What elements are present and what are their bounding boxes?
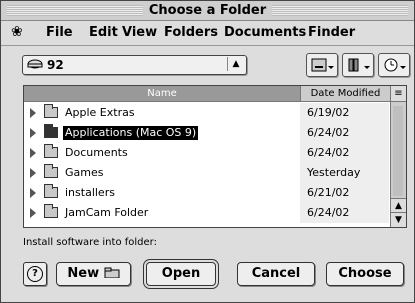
favorites-icon	[348, 58, 370, 72]
help-icon: ?	[27, 265, 43, 282]
folder-icon	[44, 184, 58, 198]
location-popup[interactable]: 92 ▲	[22, 55, 247, 75]
favorites-button[interactable]	[342, 53, 374, 77]
item-name: installers	[65, 186, 115, 199]
menu-view[interactable]: View	[122, 25, 157, 40]
item-date: 6/21/02	[300, 183, 389, 203]
item-name-selected: Applications (Mac OS 9)	[63, 126, 199, 140]
new-folder-button[interactable]: New	[56, 262, 131, 286]
popup-arrows-icon: ▲	[227, 57, 244, 71]
new-folder-icon	[104, 267, 120, 279]
list-item[interactable]: installers 6/21/02	[24, 183, 389, 203]
window-title: Choose a Folder	[142, 3, 273, 18]
item-date: 6/19/02	[300, 103, 389, 123]
item-name: Games	[65, 166, 104, 179]
choose-folder-dialog: Choose a Folder ❀ File Edit View Folders…	[0, 0, 415, 303]
help-button[interactable]: ?	[23, 262, 47, 286]
scroll-track[interactable]	[393, 106, 403, 196]
column-date-header[interactable]: Date Modified	[300, 86, 390, 102]
menu-edit[interactable]: Edit	[89, 25, 118, 40]
list-item[interactable]: Games Yesterday	[24, 163, 389, 183]
item-date: 6/24/02	[300, 203, 389, 223]
clock-icon	[384, 58, 406, 72]
apple-logo-icon[interactable]: ❀	[11, 24, 23, 40]
cancel-button[interactable]: Cancel	[237, 262, 315, 286]
item-name: Documents	[65, 146, 128, 159]
disclosure-triangle-icon[interactable]	[30, 208, 36, 218]
item-date: 6/24/02	[300, 123, 389, 143]
disclosure-triangle-icon[interactable]	[30, 108, 36, 118]
vertical-scrollbar[interactable]: ▲ ▼	[390, 102, 406, 227]
item-name: Apple Extras	[65, 106, 135, 119]
item-date: Yesterday	[300, 163, 389, 183]
drive-icon	[311, 58, 334, 72]
status-text: Install software into folder:	[23, 237, 157, 248]
drive-button[interactable]	[306, 53, 338, 77]
column-name-header[interactable]: Name	[24, 86, 300, 102]
menu-bar: ❀ File Edit View Folders Documents Finde…	[1, 21, 414, 46]
list-item[interactable]: JamCam Folder 6/24/02	[24, 203, 389, 223]
location-label: 92	[47, 58, 64, 72]
list-item[interactable]: Applications (Mac OS 9) 6/24/02	[24, 123, 389, 143]
sort-direction-button[interactable]: ≡	[390, 86, 406, 102]
recent-button[interactable]	[378, 53, 410, 77]
disclosure-triangle-icon[interactable]	[30, 168, 36, 178]
item-date: 6/24/02	[300, 143, 389, 163]
folder-icon	[44, 124, 58, 138]
folder-icon	[44, 164, 58, 178]
disclosure-triangle-icon[interactable]	[30, 188, 36, 198]
folder-icon	[44, 204, 58, 218]
new-button-label: New	[67, 266, 100, 281]
list-item[interactable]: Documents 6/24/02	[24, 143, 389, 163]
scroll-up-arrow-icon[interactable]: ▲	[391, 198, 406, 213]
open-button[interactable]: Open	[146, 262, 216, 286]
disk-icon	[27, 59, 43, 69]
menu-file[interactable]: File	[46, 25, 73, 40]
scroll-down-arrow-icon[interactable]: ▼	[391, 212, 406, 227]
menu-documents[interactable]: Documents	[224, 25, 306, 40]
list-item[interactable]: Apple Extras 6/19/02	[24, 103, 389, 123]
disclosure-triangle-icon[interactable]	[30, 148, 36, 158]
folder-icon	[44, 144, 58, 158]
menu-finder[interactable]: Finder	[308, 25, 355, 40]
title-bar[interactable]: Choose a Folder	[1, 1, 414, 21]
item-name: JamCam Folder	[65, 206, 149, 219]
file-list[interactable]: Name Date Modified ≡ Apple Extras 6/19/0…	[23, 85, 407, 228]
folder-icon	[44, 104, 58, 118]
menu-folders[interactable]: Folders	[164, 25, 218, 40]
disclosure-triangle-icon[interactable]	[30, 128, 36, 138]
choose-button[interactable]: Choose	[326, 262, 404, 286]
